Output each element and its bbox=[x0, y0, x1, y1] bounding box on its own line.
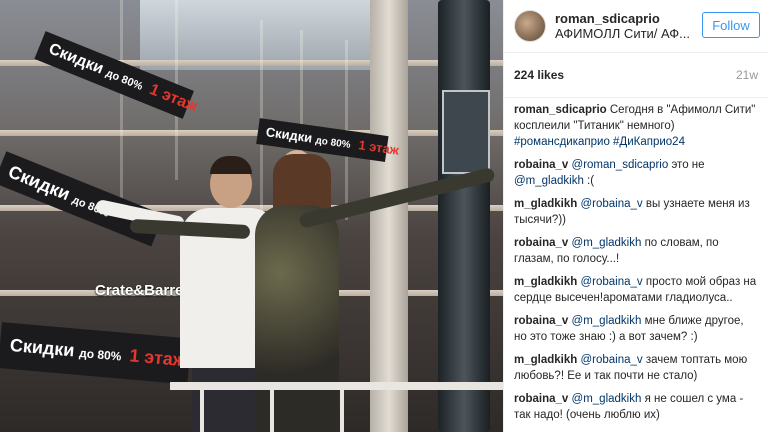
mention[interactable]: @m_gladkikh bbox=[572, 393, 642, 405]
comment-user[interactable]: m_gladkikh bbox=[514, 276, 577, 288]
post-age[interactable]: 21w bbox=[736, 68, 758, 82]
comment-user[interactable]: m_gladkikh bbox=[514, 198, 577, 210]
comment: robaina_v @m_gladkikh мне ближе другое, … bbox=[514, 313, 758, 345]
comment-user[interactable]: robaina_v bbox=[514, 159, 568, 171]
railing-post bbox=[200, 386, 204, 432]
comment: m_gladkikh @robaina_v вы узнаете меня из… bbox=[514, 196, 758, 228]
comment-user[interactable]: roman_sdicaprio bbox=[514, 104, 607, 116]
comment-user[interactable]: robaina_v bbox=[514, 237, 568, 249]
likes-count[interactable]: 224 likes bbox=[514, 68, 564, 82]
sale-banner: Скидки до 80%1 этаж bbox=[0, 322, 192, 385]
comment: robaina_v @roman_sdicaprio это не @m_gla… bbox=[514, 157, 758, 189]
comment: m_gladkikh @robaina_v просто мой образ н… bbox=[514, 274, 758, 306]
post-photo[interactable]: Скидки до 80%1 этаж Скидки до 80% Скидки… bbox=[0, 0, 503, 432]
comment-user[interactable]: robaina_v bbox=[514, 315, 568, 327]
floor-edge bbox=[0, 130, 503, 136]
comment-user[interactable]: m_gladkikh bbox=[514, 354, 577, 366]
username[interactable]: roman_sdicaprio bbox=[555, 11, 705, 26]
mention[interactable]: @roman_sdicaprio bbox=[572, 159, 669, 171]
mention[interactable]: @robaina_v bbox=[580, 354, 642, 366]
post-header: roman_sdicaprio АФИМОЛЛ Сити/ АФ... Foll… bbox=[504, 0, 768, 53]
railing-post bbox=[270, 386, 274, 432]
mention[interactable]: @robaina_v bbox=[580, 198, 642, 210]
comment-text: :( bbox=[587, 175, 595, 187]
elevator-cab bbox=[442, 90, 490, 174]
comment: robaina_v @m_gladkikh по словам, по глаз… bbox=[514, 235, 758, 267]
comment: roman_sdicaprio Сегодня в "Афимолл Сити"… bbox=[514, 102, 758, 150]
hashtags[interactable]: #романсдикаприо #ДиКаприо24 bbox=[514, 136, 685, 148]
location[interactable]: АФИМОЛЛ Сити/ АФ... bbox=[555, 26, 705, 41]
post-panel: roman_sdicaprio АФИМОЛЛ Сити/ АФ... Foll… bbox=[503, 0, 768, 432]
mention[interactable]: @m_gladkikh bbox=[572, 315, 642, 327]
comment-text: это не bbox=[671, 159, 705, 171]
comment: m_gladkikh @robaina_v зачем топтать мою … bbox=[514, 352, 758, 384]
pillar bbox=[370, 0, 408, 432]
follow-button[interactable]: Follow bbox=[702, 12, 760, 38]
avatar[interactable] bbox=[514, 10, 546, 42]
mention[interactable]: @m_gladkikh bbox=[572, 237, 642, 249]
store-sign: Crate&Barrel bbox=[95, 282, 188, 299]
railing-post bbox=[340, 386, 344, 432]
railing bbox=[170, 382, 503, 390]
comments-list: roman_sdicaprio Сегодня в "Афимолл Сити"… bbox=[504, 98, 768, 423]
post-stats: 224 likes 21w bbox=[504, 53, 768, 98]
mention[interactable]: @m_gladkikh bbox=[514, 175, 584, 187]
comment-user[interactable]: robaina_v bbox=[514, 393, 568, 405]
comment: robaina_v @m_gladkikh я не сошел с ума -… bbox=[514, 391, 758, 423]
mention[interactable]: @robaina_v bbox=[580, 276, 642, 288]
light-strand bbox=[120, 0, 123, 200]
elevator-shaft bbox=[438, 0, 490, 432]
